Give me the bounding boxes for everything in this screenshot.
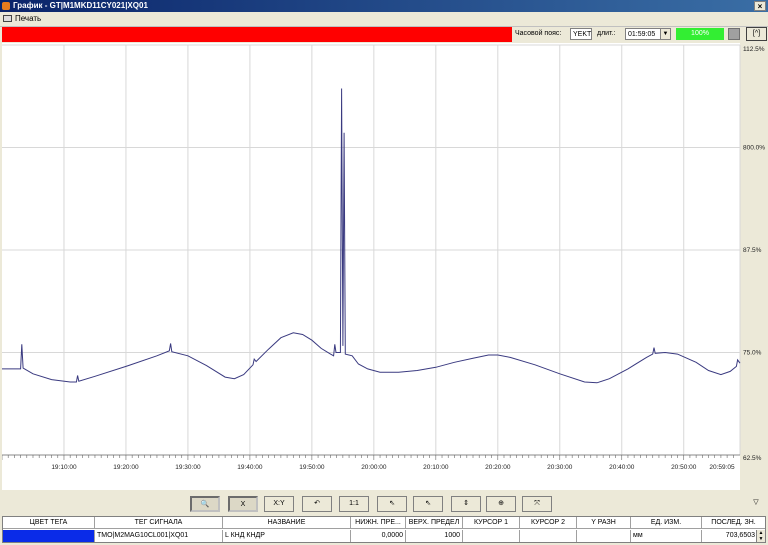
col-low-limit[interactable]: НИЖН. ПРЕ... [351,517,406,529]
name-cell: L КНД КНДР [223,530,351,542]
plot-background [2,43,740,490]
duration-label: длит.: [597,30,616,37]
scale-1-1-button[interactable]: 1:1 [339,496,369,512]
collapse-panel-icon[interactable]: ▽ [748,496,764,512]
print-label: Печать [15,14,42,23]
signal-tag-cell: TMO|M2MAG10CL001|XQ01 [95,530,223,542]
compress-vertical-button[interactable]: ⤧ [522,496,552,512]
x-tick-label: 20:10:00 [423,464,449,471]
x-tick-label: 19:50:00 [299,464,325,471]
y-tick-label: 800.0% [743,145,765,152]
trend-chart[interactable]: 19:10:00 19:20:00 19:30:00 19:40:00 19:50:00… [2,43,766,494]
col-cursor-2[interactable]: КУРСОР 2 [520,517,577,529]
timezone-field[interactable]: YEKT [570,28,592,40]
xy-mode-button[interactable]: X:Y [264,496,294,512]
x-tick-label: 19:10:00 [51,464,77,471]
cursor-2-cell [520,530,577,542]
cursor-2-button[interactable]: ⇖ [413,496,443,512]
x-tick-label: 19:20:00 [113,464,139,471]
x-mode-button[interactable]: X [228,496,258,512]
menu-bar: Печать [0,12,768,27]
target-button[interactable]: ⊕ [486,496,516,512]
app-icon [2,2,10,10]
fit-view-button[interactable]: [^] [746,27,767,41]
high-limit-cell: 1000 [406,530,463,542]
chart-toolbar: 🔍 X X:Y ↶ 1:1 ⇖ ⇖ ⇕ ⊕ ⤧ ▽ [0,494,768,514]
status-bar: Часовой пояс: YEKT длит.: 01:59:05 ▼ 100… [2,27,767,42]
x-tick-label: 20:50:00 [671,464,697,471]
cursor-1-cell [463,530,520,542]
close-button[interactable]: × [754,1,766,11]
low-limit-cell: 0,0000 [351,530,406,542]
col-cursor-1[interactable]: КУРСОР 1 [463,517,520,529]
col-tag-color[interactable]: ЦВЕТ ТЕГА [3,517,95,529]
col-last-value[interactable]: ПОСЛЕД. ЗН. [702,517,765,529]
col-y-diff[interactable]: Y РАЗН [577,517,631,529]
x-tick-label: 20:30:00 [547,464,573,471]
progress-indicator: 100% [676,28,724,40]
x-tick-label: 20:59:05 [709,464,735,471]
x-tick-label: 20:40:00 [609,464,635,471]
timezone-label: Часовой пояс: [515,30,562,37]
last-value-cell: 703,6503 [725,532,755,539]
col-unit[interactable]: ЕД. ИЗМ. [631,517,702,529]
undo-button[interactable]: ↶ [302,496,332,512]
zoom-button[interactable]: 🔍 [190,496,220,512]
row-scroll-arrows[interactable]: ▲ ▼ [756,530,765,542]
cursor-1-button[interactable]: ⇖ [377,496,407,512]
duration-value: 01:59:05 [628,31,656,38]
x-tick-label: 19:40:00 [237,464,263,471]
signal-table: ЦВЕТ ТЕГА ТЕГ СИГНАЛА НАЗВАНИЕ НИЖН. ПРЕ… [2,516,766,543]
window-title-bar: График - GT|M1MKD11CY021|XQ01 × [0,0,768,12]
printer-icon [3,15,12,22]
alarm-indicator-bar [2,27,512,42]
tag-color-swatch[interactable] [3,530,95,542]
chevron-down-icon[interactable]: ▼ [660,29,670,39]
y-tick-label: 87.5% [743,247,762,254]
y-tick-label: 112.5% [743,46,765,53]
col-name[interactable]: НАЗВАНИЕ [223,517,351,529]
y-diff-cell [577,530,631,542]
print-menu-item[interactable]: Печать [3,14,41,24]
unit-cell: мм [631,530,702,542]
expand-vertical-button[interactable]: ⇕ [451,496,481,512]
x-tick-label: 19:30:00 [175,464,201,471]
y-tick-label: 75.0% [743,350,762,357]
col-signal-tag[interactable]: ТЕГ СИГНАЛА [95,517,223,529]
col-high-limit[interactable]: ВЕРХ. ПРЕДЕЛ [406,517,463,529]
stop-button[interactable] [728,28,740,40]
x-tick-label: 20:20:00 [485,464,511,471]
duration-select[interactable]: 01:59:05 ▼ [625,28,671,40]
chart-area[interactable]: 19:10:00 19:20:00 19:30:00 19:40:00 19:50:00… [2,43,766,494]
x-tick-label: 20:00:00 [361,464,387,471]
y-tick-label: 62.5% [743,455,762,462]
window-title: График - GT|M1MKD11CY021|XQ01 [13,1,148,10]
